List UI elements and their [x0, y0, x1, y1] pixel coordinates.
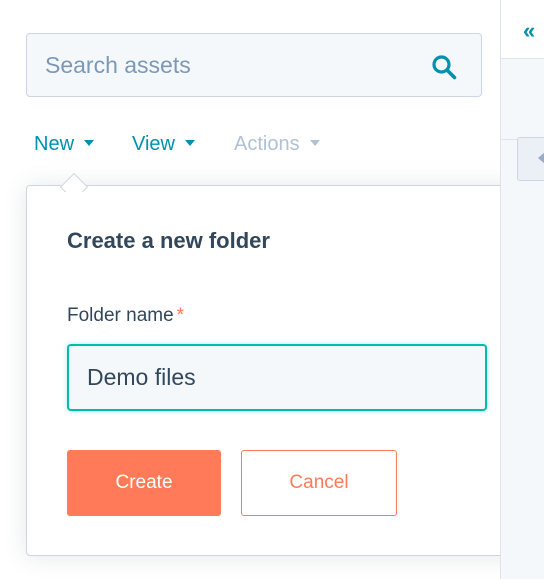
new-menu[interactable]: New: [34, 130, 95, 158]
right-panel-toolbar: [501, 59, 544, 181]
caret-down-icon: [309, 140, 320, 147]
popover-pointer: [60, 164, 88, 192]
folder-name-label-text: Folder name: [67, 305, 174, 326]
folder-name-label: Folder name *: [67, 305, 184, 327]
right-panel-back-tab[interactable]: [517, 137, 544, 181]
caret-down-icon: [185, 140, 195, 147]
cancel-button[interactable]: Cancel: [241, 450, 397, 516]
folder-name-input[interactable]: [67, 344, 487, 411]
create-button[interactable]: Create: [67, 450, 221, 516]
view-menu-label: View: [132, 133, 175, 155]
required-marker: *: [176, 305, 185, 326]
actions-menu-label: Actions: [234, 133, 300, 155]
popover-title: Create a new folder: [67, 228, 270, 253]
caret-left-icon: [538, 152, 544, 164]
right-panel: «: [501, 0, 544, 579]
actions-menu[interactable]: Actions: [234, 130, 320, 158]
caret-down-icon: [84, 140, 95, 147]
double-chevron-left-icon[interactable]: «: [523, 20, 535, 42]
view-menu[interactable]: View: [132, 130, 195, 158]
new-menu-label: New: [34, 133, 75, 155]
create-folder-popover: Create a new folder Folder name* Create …: [26, 185, 525, 556]
search-input[interactable]: [27, 34, 427, 96]
search-icon[interactable]: [431, 54, 457, 80]
right-panel-header: «: [501, 0, 544, 59]
search-box: [26, 33, 482, 97]
asset-sidebar: New View Actions Create a new folder Fol…: [0, 0, 525, 579]
